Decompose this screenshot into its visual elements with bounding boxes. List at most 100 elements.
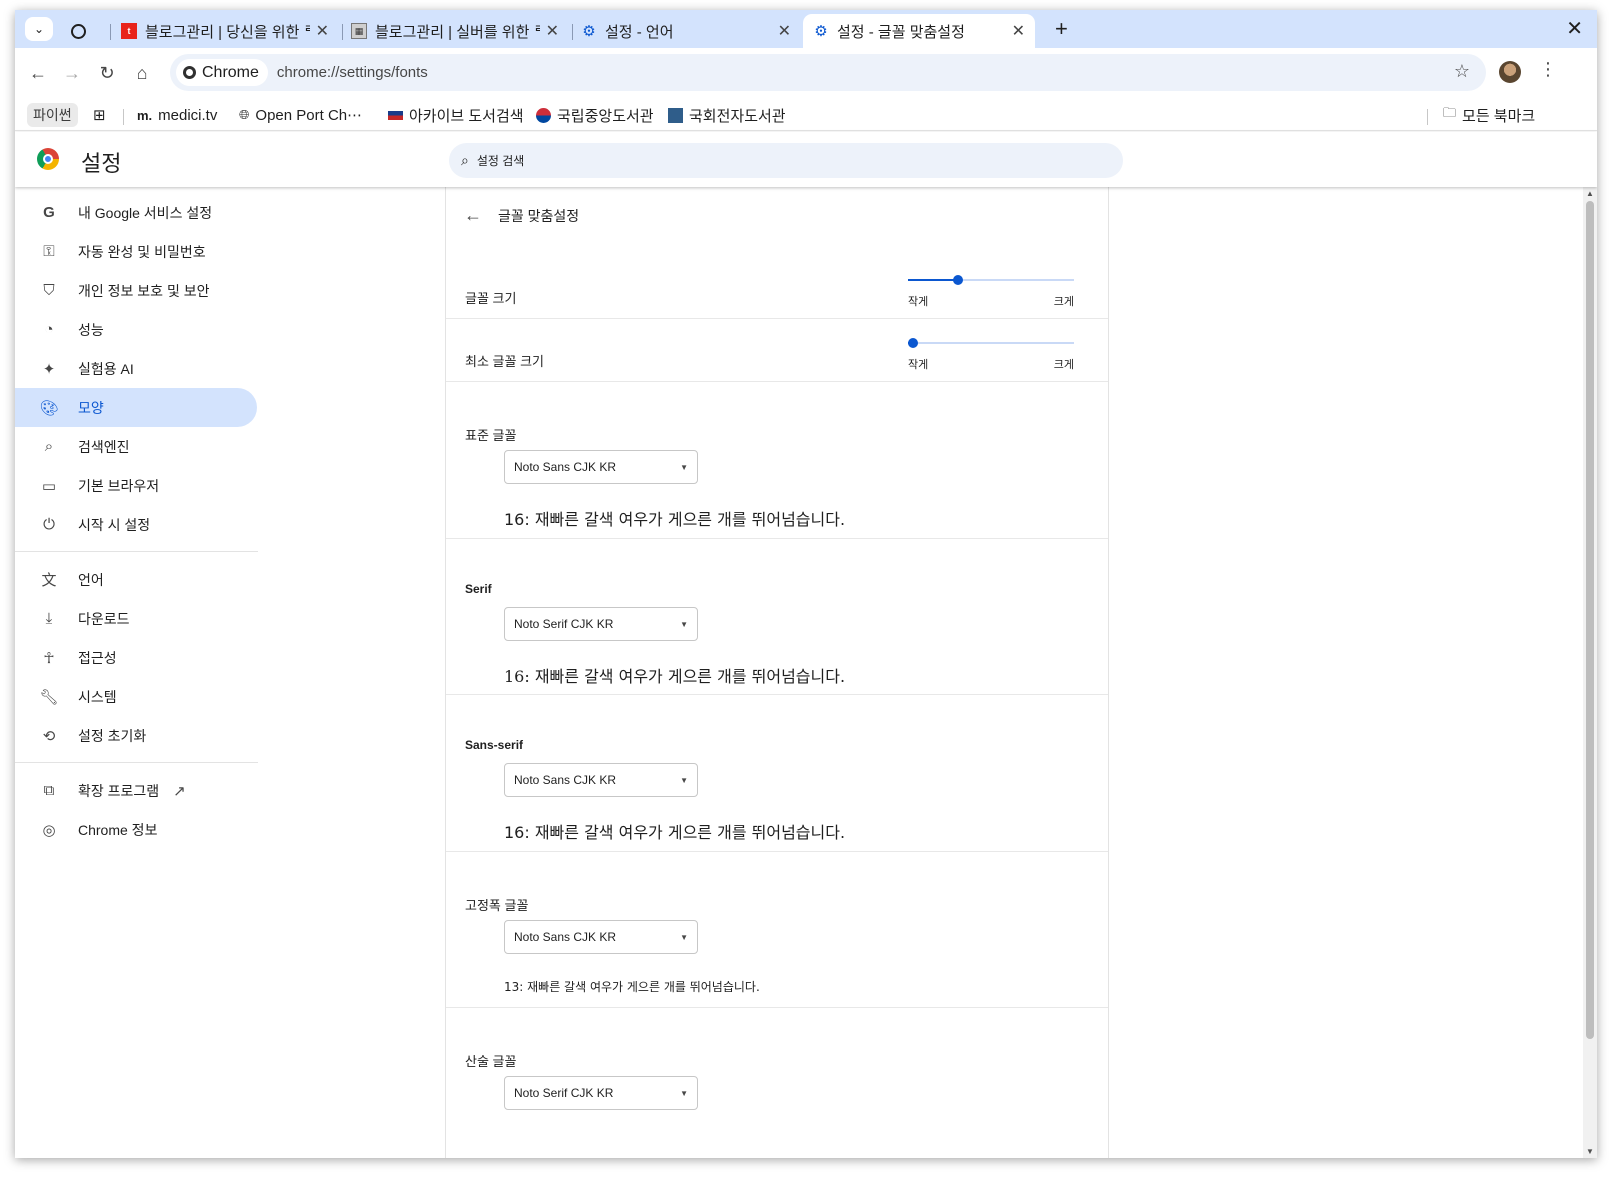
scroll-down-icon[interactable]: ▼ [1586,1147,1594,1156]
sidebar-item-about-chrome[interactable]: ◎ Chrome 정보 [15,810,257,849]
slider-thumb[interactable] [953,275,964,285]
row-divider [446,851,1108,852]
sidebar-divider [15,551,258,552]
globe-icon: 🌐︎ [239,107,250,122]
select-value: Noto Sans CJK KR [514,773,617,787]
math-font-select[interactable]: Noto Serif CJK KR ▼ [504,1076,698,1110]
apps-grid-icon[interactable]: ⊞ [93,103,106,127]
row-divider [446,381,1108,382]
sidebar-item-search-engine[interactable]: ⌕ 검색엔진 [15,427,257,466]
sidebar-item-label: 실험용 AI [78,360,134,377]
bookmark-label: 국립중앙도서관 [557,107,654,125]
arrow-left-icon: ← [29,62,47,83]
bookmark-star-icon[interactable]: ☆ [1454,61,1470,82]
sidebar-item-autofill[interactable]: ⚿ 자동 완성 및 비밀번호 [15,232,257,271]
scrollbar-thumb[interactable] [1586,201,1594,1039]
row-divider [446,694,1108,695]
row-divider [446,1007,1108,1008]
back-arrow-icon[interactable]: ← [464,205,482,226]
chrome-icon: ◎ [42,821,56,839]
sidebar-item-accessibility[interactable]: ☥ 접근성 [15,638,257,677]
tab-blog-2[interactable]: ▦ 블로그관리 | 실버를 위한 ᄅ ✕ [341,14,569,48]
sidebar-item-default-browser[interactable]: ▭ 기본 브라우저 [15,466,257,505]
forward-button[interactable]: → [59,60,85,86]
math-font-label: 산술 글꼴 [465,1054,517,1069]
fixed-width-font-select[interactable]: Noto Sans CJK KR ▼ [504,920,698,954]
select-value: Noto Serif CJK KR [514,1086,614,1100]
sidebar-item-reset[interactable]: ⟲ 설정 초기화 [15,716,257,755]
bookmark-label: Open Port Ch⋯ [255,107,363,124]
sidebar-item-extensions[interactable]: ⧉ 확장 프로그램 ↗ [15,771,257,810]
back-button[interactable]: ← [25,60,51,86]
standard-font-select[interactable]: Noto Sans CJK KR ▼ [504,450,698,484]
palette-icon: 🎨︎ [39,399,59,417]
fixed-width-font-sample: 13: 재빠른 갈색 여우가 게으른 개를 뛰어넘습니다. [504,980,760,994]
sidebar-item-system[interactable]: 🔧︎ 시스템 [15,677,257,716]
sidebar-item-downloads[interactable]: ⤓ 다운로드 [15,599,257,638]
font-size-slider[interactable]: 작게 크게 [908,269,1074,308]
window-close-button[interactable]: ✕ [1566,16,1583,41]
all-bookmarks-button[interactable]: 🗀 모든 북마크 [1443,103,1535,127]
row-divider [446,318,1108,319]
puzzle-icon: ⧉ [43,782,55,799]
tab-title: 블로그관리 | 당신을 위한 ᄅ [145,23,310,41]
sidebar-item-performance[interactable]: ◔ 성능 [15,310,257,349]
download-icon: ⤓ [45,610,53,627]
reload-button[interactable]: ↻ [94,60,120,86]
gear-icon: ⚙ [582,23,596,40]
url-text[interactable]: chrome://settings/fonts [277,64,428,81]
tab-blog-1[interactable]: t 블로그관리 | 당신을 위한 ᄅ ✕ [111,14,339,48]
address-bar[interactable]: Chrome chrome://settings/fonts ☆ [170,54,1486,91]
settings-search-input[interactable]: ⌕ 설정 검색 [449,143,1123,178]
site-info-chip[interactable]: Chrome [176,59,268,86]
close-icon[interactable]: ✕ [546,21,559,41]
tab-settings-fonts[interactable]: ⚙ 설정 - 글꼴 맞춤설정 ✕ [803,14,1035,48]
sidebar-item-experimental-ai[interactable]: ✦ 실험용 AI [15,349,257,388]
slider-thumb[interactable] [908,338,918,348]
slider-fill [908,279,959,281]
new-tab-button[interactable]: + [1055,16,1068,42]
chevron-down-icon: ⌄ [33,22,45,36]
bookmark-archive[interactable]: 아카이브 도서검색 [388,103,524,127]
serif-font-label: Serif [465,582,492,596]
sidebar-item-label: Chrome 정보 [78,821,158,838]
close-icon[interactable]: ✕ [316,21,329,41]
close-icon[interactable]: ✕ [1012,21,1025,41]
sidebar-item-label: 모양 [78,399,104,416]
sidebar-item-label: 기본 브라우저 [78,477,160,494]
sans-serif-font-select[interactable]: Noto Sans CJK KR ▼ [504,763,698,797]
bookmark-medici[interactable]: m. medici.tv [137,103,217,127]
standard-font-label: 표준 글꼴 [465,428,517,443]
page-scrollbar[interactable]: ▲ ▼ [1583,187,1597,1158]
bookmarks-bar: 파이썬 ⊞ m. medici.tv 🌐︎ Open Port Ch⋯ 아카이브… [15,98,1597,131]
menu-dots-icon[interactable]: ⋮ [1539,59,1557,80]
sidebar-item-on-startup[interactable]: ⏻ 시작 시 설정 [15,505,257,544]
min-font-size-slider[interactable]: 작게 크게 [908,332,1074,371]
sidebar-item-google-services[interactable]: G 내 Google 서비스 설정 [15,193,257,232]
bookmark-assembly-library[interactable]: 국회전자도서관 [668,103,786,127]
tab-title: 설정 - 글꼴 맞춤설정 [837,23,965,41]
bookmark-open-port[interactable]: 🌐︎ Open Port Ch⋯ [239,103,362,127]
tab-search-button[interactable]: ⌄ [25,17,53,41]
tab-settings-language[interactable]: ⚙ 설정 - 언어 ✕ [571,14,801,48]
archive-flag-icon [388,110,403,120]
bookmark-label: 아카이브 도서검색 [409,107,524,125]
close-icon[interactable]: ✕ [778,21,791,41]
bookmark-group-python[interactable]: 파이썬 [27,103,78,127]
avatar[interactable] [1499,61,1521,83]
sidebar-item-languages[interactable]: 文 언어 [15,560,257,599]
caret-down-icon: ▼ [680,1089,688,1098]
slider-max-label: 크게 [1053,359,1074,371]
openai-icon [71,23,86,39]
home-button[interactable]: ⌂ [129,60,155,86]
sidebar-item-label: 다운로드 [78,610,130,627]
reload-icon: ↻ [99,62,115,83]
sidebar-item-appearance[interactable]: 🎨︎ 모양 [15,388,257,427]
tab-openai[interactable] [61,14,109,48]
blog-favicon-icon: t [121,23,137,39]
browser-window-icon: ▭ [41,477,57,495]
bookmark-national-library[interactable]: 국립중앙도서관 [536,103,654,127]
sidebar-item-privacy[interactable]: ⛉ 개인 정보 보호 및 보안 [15,271,257,310]
scroll-up-icon[interactable]: ▲ [1586,189,1594,198]
serif-font-select[interactable]: Noto Serif CJK KR ▼ [504,607,698,641]
